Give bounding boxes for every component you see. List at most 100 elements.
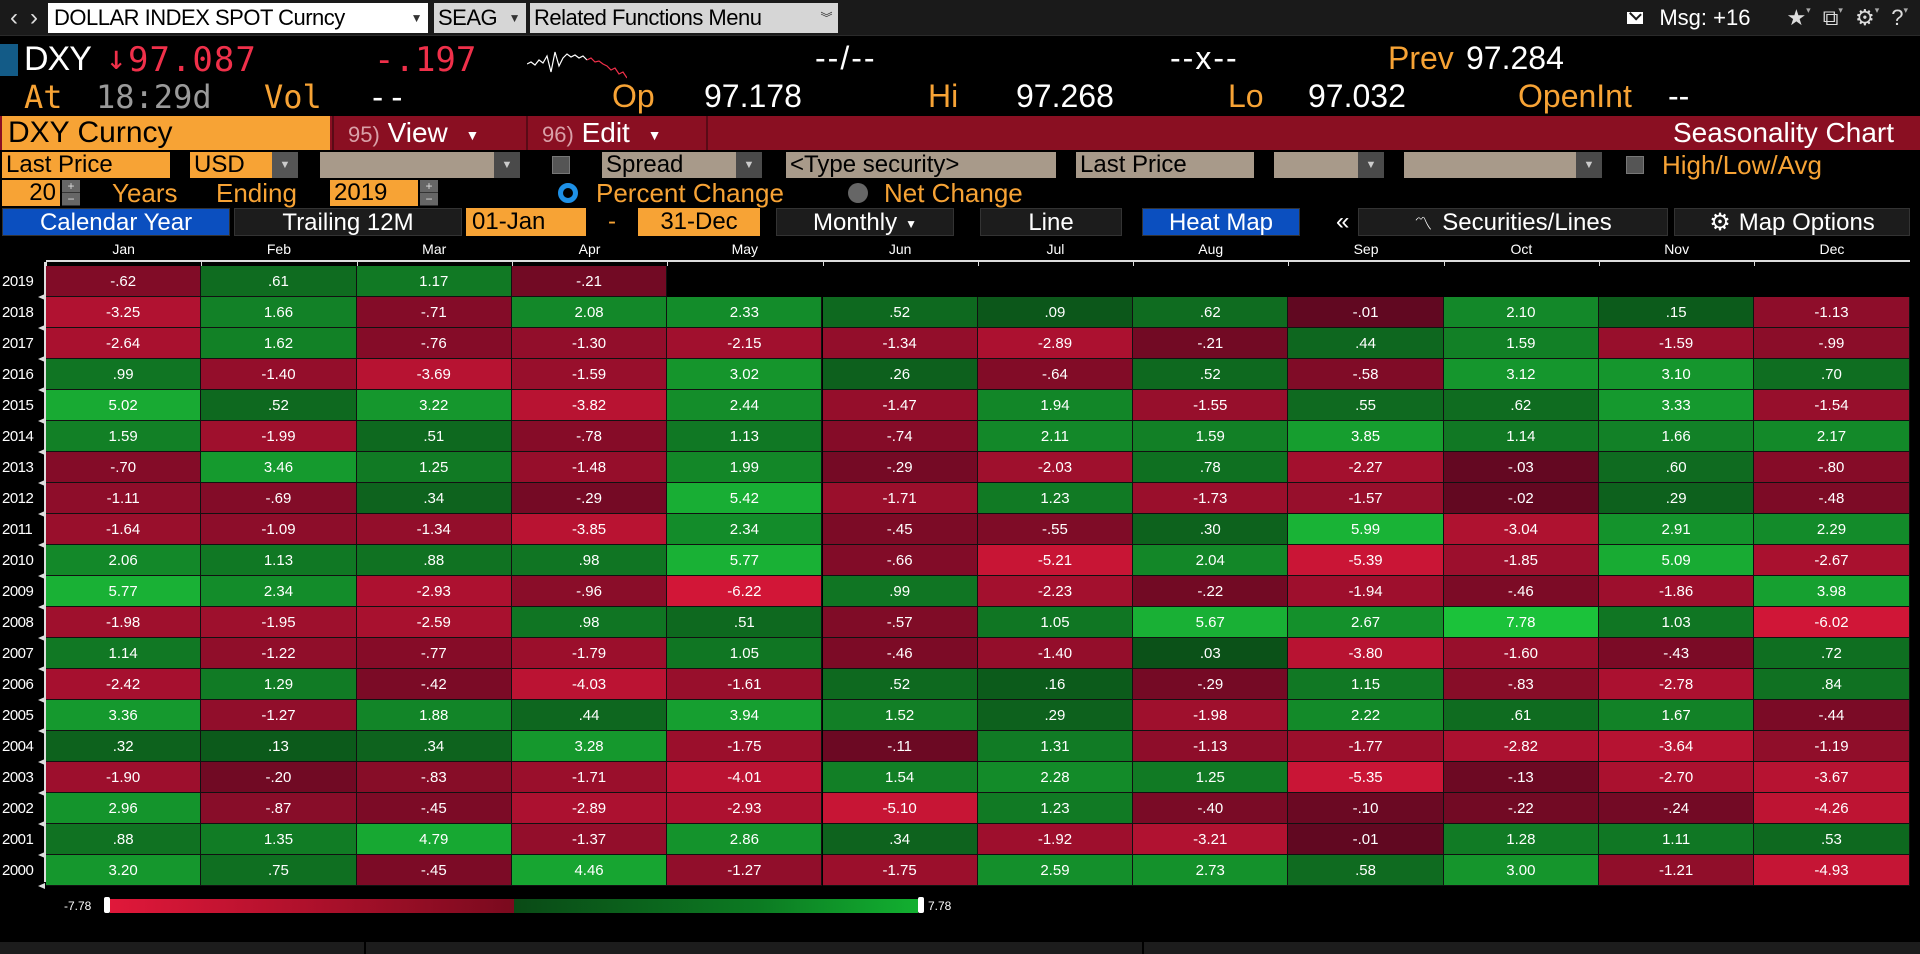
heatmap-cell-2000-jun[interactable]: -1.75 <box>822 855 978 886</box>
heatmap-cell-2010-dec[interactable]: -2.67 <box>1754 545 1910 576</box>
heatmap-cell-2001-aug[interactable]: -3.21 <box>1133 824 1289 855</box>
heatmap-cell-2000-dec[interactable]: -4.93 <box>1754 855 1910 886</box>
heatmap-cell-2002-dec[interactable]: -4.26 <box>1754 793 1910 824</box>
heatmap-cell-2005-aug[interactable]: -1.98 <box>1133 700 1289 731</box>
compare-field-selector[interactable]: Last Price <box>1076 152 1254 178</box>
type-security-input[interactable]: <Type security> <box>786 152 1056 178</box>
heatmap-cell-2009-nov[interactable]: -1.86 <box>1599 576 1755 607</box>
heatmap-cell-2003-jun[interactable]: 1.54 <box>822 762 978 793</box>
heatmap-cell-2015-sep[interactable]: .55 <box>1288 390 1444 421</box>
tab-line[interactable]: Line <box>980 208 1122 236</box>
heatmap-cell-2014-dec[interactable]: 2.17 <box>1754 421 1910 452</box>
heatmap-cell-2018-feb[interactable]: 1.66 <box>201 297 357 328</box>
heatmap-cell-2015-jan[interactable]: 5.02 <box>46 390 202 421</box>
heatmap-cell-2010-oct[interactable]: -1.85 <box>1443 545 1599 576</box>
heatmap-cell-2009-may[interactable]: -6.22 <box>667 576 823 607</box>
heatmap-cell-2006-nov[interactable]: -2.78 <box>1599 669 1755 700</box>
heatmap-cell-2018-nov[interactable]: .15 <box>1599 297 1755 328</box>
heatmap-cell-2004-dec[interactable]: -1.19 <box>1754 731 1910 762</box>
heatmap-cell-2011-jun[interactable]: -.45 <box>822 514 978 545</box>
heatmap-cell-2010-jul[interactable]: -5.21 <box>977 545 1134 576</box>
secondary-field-dropdown-icon[interactable]: ▼ <box>494 152 520 178</box>
heatmap-cell-2009-jun[interactable]: .99 <box>822 576 978 607</box>
heatmap-cell-2012-oct[interactable]: -.02 <box>1443 483 1599 514</box>
heatmap-cell-2011-apr[interactable]: -3.85 <box>511 514 668 545</box>
heatmap-cell-2015-feb[interactable]: .52 <box>201 390 357 421</box>
heatmap-cell-2016-feb[interactable]: -1.40 <box>201 359 357 390</box>
heatmap-cell-2008-dec[interactable]: -6.02 <box>1754 607 1910 638</box>
heatmap-cell-2004-jun[interactable]: -.11 <box>822 731 978 762</box>
heatmap-cell-2011-dec[interactable]: 2.29 <box>1754 514 1910 545</box>
heatmap-cell-2014-aug[interactable]: 1.59 <box>1133 421 1289 452</box>
heatmap-cell-2012-dec[interactable]: -.48 <box>1754 483 1910 514</box>
years-stepper[interactable]: + − <box>62 180 80 206</box>
heatmap-cell-2014-jan[interactable]: 1.59 <box>46 421 202 452</box>
heatmap-cell-2001-oct[interactable]: 1.28 <box>1443 824 1599 855</box>
heatmap-cell-2010-may[interactable]: 5.77 <box>667 545 823 576</box>
heatmap-cell-2016-dec[interactable]: .70 <box>1754 359 1910 390</box>
heatmap-cell-2010-apr[interactable]: .98 <box>511 545 668 576</box>
heatmap-cell-2012-sep[interactable]: -1.57 <box>1288 483 1444 514</box>
heatmap-cell-2007-jan[interactable]: 1.14 <box>46 638 202 669</box>
heatmap-cell-2002-feb[interactable]: -.87 <box>201 793 357 824</box>
heatmap-cell-2004-apr[interactable]: 3.28 <box>511 731 668 762</box>
compare-option2-selector[interactable] <box>1404 152 1576 178</box>
heatmap-cell-2005-sep[interactable]: 2.22 <box>1288 700 1444 731</box>
heatmap-cell-2011-aug[interactable]: .30 <box>1133 514 1289 545</box>
heatmap-cell-2015-apr[interactable]: -3.82 <box>511 390 668 421</box>
heatmap-cell-2017-oct[interactable]: 1.59 <box>1443 328 1599 359</box>
compare-option-selector[interactable] <box>1274 152 1358 178</box>
heatmap-cell-2006-mar[interactable]: -.42 <box>356 669 512 700</box>
function-code-dropdown[interactable]: SEAG ▼ <box>434 3 526 33</box>
heatmap-cell-2014-apr[interactable]: -.78 <box>511 421 668 452</box>
security-input[interactable]: DOLLAR INDEX SPOT Curncy ▼ <box>48 3 428 33</box>
heatmap-cell-2015-jul[interactable]: 1.94 <box>977 390 1134 421</box>
heatmap-cell-2019-mar[interactable]: 1.17 <box>356 266 512 297</box>
heatmap-cell-2001-sep[interactable]: -.01 <box>1288 824 1444 855</box>
help-icon[interactable]: ?▾ <box>1891 5 1908 31</box>
heatmap-cell-2008-sep[interactable]: 2.67 <box>1288 607 1444 638</box>
heatmap-cell-2002-aug[interactable]: -.40 <box>1133 793 1289 824</box>
heatmap-cell-2001-jun[interactable]: .34 <box>822 824 978 855</box>
heatmap-cell-2006-jun[interactable]: .52 <box>822 669 978 700</box>
collapse-icon[interactable]: « <box>1336 208 1349 236</box>
mail-icon[interactable] <box>1627 12 1644 24</box>
heatmap-cell-2018-sep[interactable]: -.01 <box>1288 297 1444 328</box>
heatmap-cell-2001-jul[interactable]: -1.92 <box>977 824 1134 855</box>
heatmap-cell-2013-oct[interactable]: -.03 <box>1443 452 1599 483</box>
heatmap-cell-2011-sep[interactable]: 5.99 <box>1288 514 1444 545</box>
tab-heat-map[interactable]: Heat Map <box>1142 208 1300 236</box>
heatmap-cell-2000-feb[interactable]: .75 <box>201 855 357 886</box>
heatmap-cell-2012-jul[interactable]: 1.23 <box>977 483 1134 514</box>
heatmap-cell-2011-jul[interactable]: -.55 <box>977 514 1134 545</box>
period-dropdown[interactable]: Monthly ▼ <box>776 208 954 236</box>
heatmap-cell-2003-jul[interactable]: 2.28 <box>977 762 1134 793</box>
heatmap-cell-2002-jun[interactable]: -5.10 <box>822 793 978 824</box>
heatmap-cell-2002-apr[interactable]: -2.89 <box>511 793 668 824</box>
star-icon[interactable]: ★▾ <box>1786 5 1810 31</box>
heatmap-cell-2014-mar[interactable]: .51 <box>356 421 512 452</box>
heatmap-cell-2014-sep[interactable]: 3.85 <box>1288 421 1444 452</box>
heatmap-cell-2005-nov[interactable]: 1.67 <box>1599 700 1755 731</box>
heatmap-cell-2016-jul[interactable]: -.64 <box>977 359 1134 390</box>
chevron-down-icon[interactable]: ▼ <box>411 3 423 33</box>
heatmap-cell-2008-apr[interactable]: .98 <box>511 607 668 638</box>
minus-icon[interactable]: − <box>420 193 438 206</box>
heatmap-cell-2009-aug[interactable]: -.22 <box>1133 576 1289 607</box>
security-field[interactable]: DXY Curncy <box>2 116 330 150</box>
heatmap-cell-2010-mar[interactable]: .88 <box>356 545 512 576</box>
heatmap-cell-2017-jul[interactable]: -2.89 <box>977 328 1134 359</box>
heatmap-cell-2002-jan[interactable]: 2.96 <box>46 793 202 824</box>
heatmap-cell-2005-jun[interactable]: 1.52 <box>822 700 978 731</box>
heatmap-cell-2010-jan[interactable]: 2.06 <box>46 545 202 576</box>
heatmap-cell-2005-jul[interactable]: .29 <box>977 700 1134 731</box>
heatmap-cell-2012-apr[interactable]: -.29 <box>511 483 668 514</box>
heatmap-cell-2010-feb[interactable]: 1.13 <box>201 545 357 576</box>
heatmap-cell-2014-jun[interactable]: -.74 <box>822 421 978 452</box>
heatmap-cell-2003-may[interactable]: -4.01 <box>667 762 823 793</box>
export-icon[interactable]: ⧉▾ <box>1823 5 1843 31</box>
percent-change-radio[interactable] <box>558 183 578 203</box>
heatmap-cell-2015-mar[interactable]: 3.22 <box>356 390 512 421</box>
heatmap-cell-2015-oct[interactable]: .62 <box>1443 390 1599 421</box>
heatmap-cell-2005-dec[interactable]: -.44 <box>1754 700 1910 731</box>
